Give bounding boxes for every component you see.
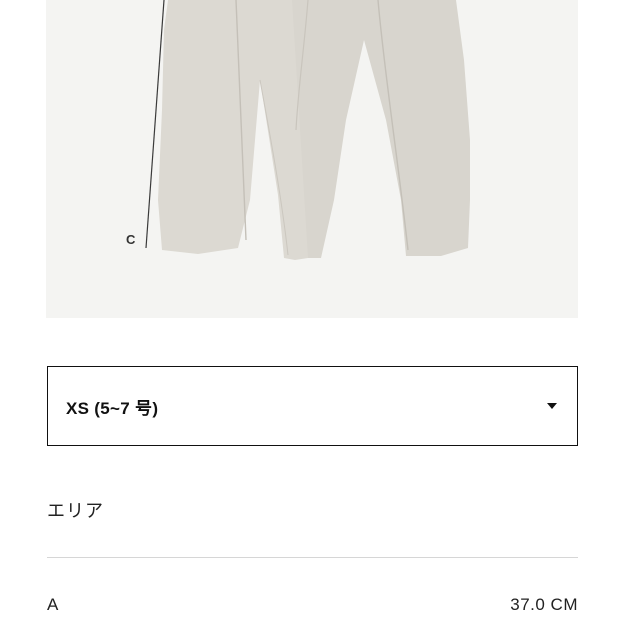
size-select[interactable]: XS (5~7 号) xyxy=(47,366,578,446)
trousers-right-leg xyxy=(292,0,470,258)
measurement-row: A 37.0 CM xyxy=(47,595,578,615)
measurement-row-label: A xyxy=(47,595,59,614)
size-select-value: XS (5~7 号) xyxy=(66,398,159,418)
measurement-section-label: エリア xyxy=(47,501,104,521)
divider xyxy=(47,557,578,558)
chevron-down-icon xyxy=(547,403,557,409)
product-image: C xyxy=(46,0,578,318)
dimension-marker-c: C xyxy=(126,232,136,247)
measurement-row-value: 37.0 CM xyxy=(510,595,578,614)
